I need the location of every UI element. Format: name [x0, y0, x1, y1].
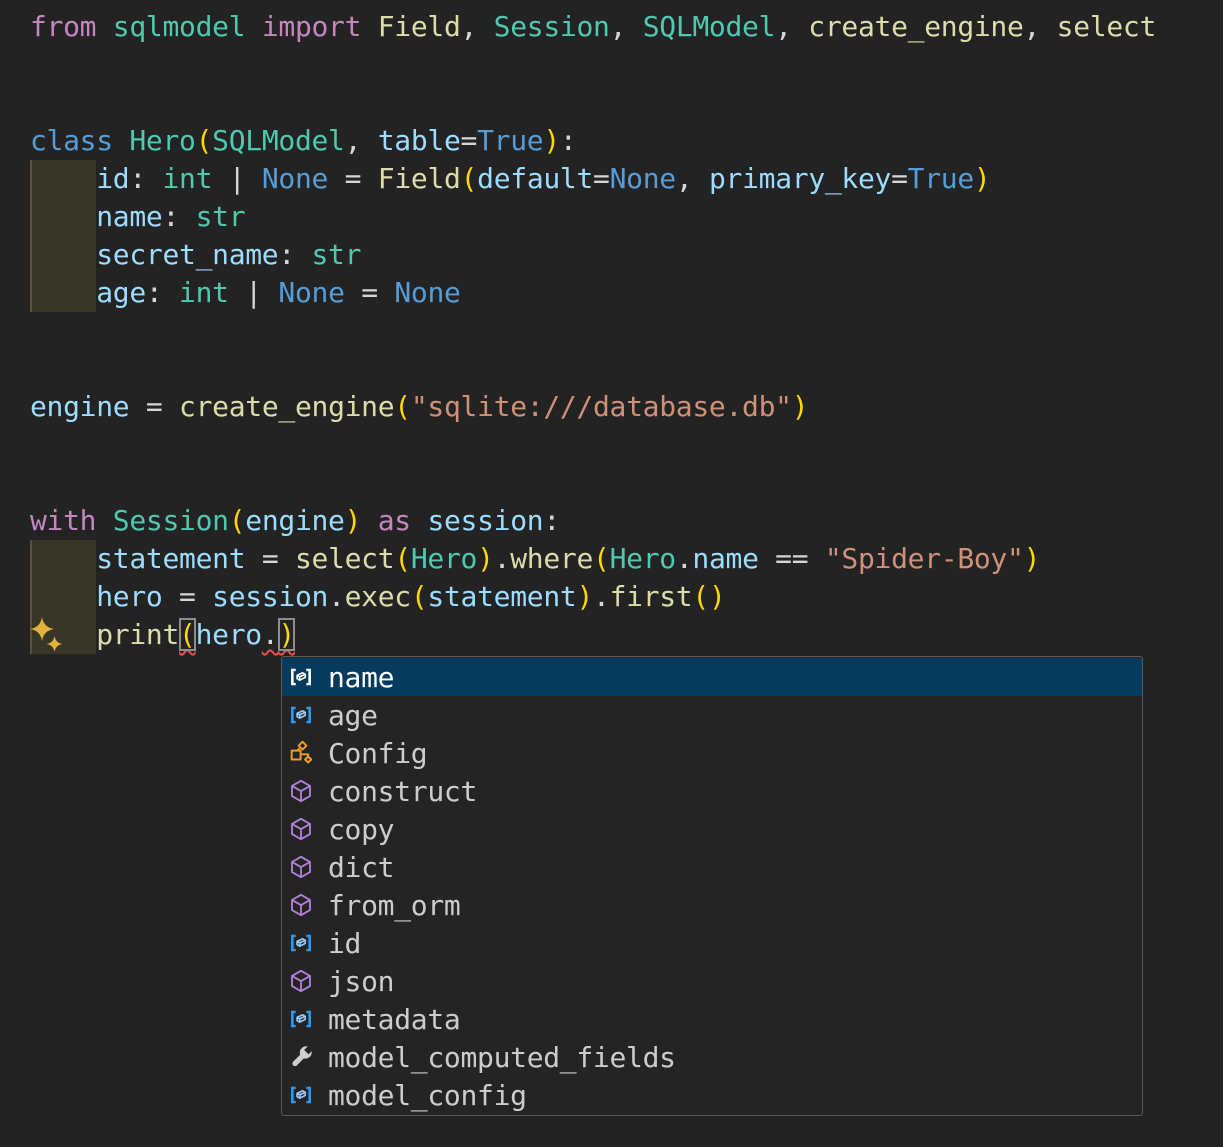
suggestion-label: model_computed_fields	[328, 1040, 676, 1074]
symbol-field-icon	[288, 1006, 314, 1032]
suggestion-label: copy	[328, 812, 395, 846]
suggestion-item-dict[interactable]: dict	[282, 848, 1142, 886]
suggestion-label: construct	[328, 774, 478, 808]
suggestion-item-from_orm[interactable]: from_orm	[282, 886, 1142, 924]
suggestion-label: json	[328, 964, 395, 998]
suggestion-label: age	[328, 698, 378, 732]
suggestion-item-age[interactable]: age	[282, 696, 1142, 734]
suggestion-item-Config[interactable]: Config	[282, 734, 1142, 772]
suggestion-item-model_computed_fields[interactable]: model_computed_fields	[282, 1038, 1142, 1076]
symbol-field-icon	[288, 930, 314, 956]
suggestion-item-name[interactable]: name	[282, 658, 1142, 696]
suggestion-item-construct[interactable]: construct	[282, 772, 1142, 810]
suggestion-label: name	[328, 660, 395, 694]
suggestion-item-model_config[interactable]: model_config	[282, 1076, 1142, 1114]
symbol-class-icon	[288, 740, 314, 766]
suggestion-item-json[interactable]: json	[282, 962, 1142, 1000]
suggestion-item-copy[interactable]: copy	[282, 810, 1142, 848]
symbol-method-icon	[288, 854, 314, 880]
symbol-field-icon	[288, 1082, 314, 1108]
code-line-14[interactable]: with Session(engine) as session:	[30, 502, 560, 540]
suggestion-label: id	[328, 926, 362, 960]
code-line-7[interactable]: secret_name: str	[30, 236, 361, 274]
symbol-field-icon	[288, 702, 314, 728]
symbol-method-icon	[288, 892, 314, 918]
suggestion-list: name age Config construct copy dict from_ormid…	[282, 658, 1142, 1114]
autocomplete-widget: name age Config construct copy dict from_ormid…	[281, 656, 1143, 1116]
code-line-1[interactable]: from sqlmodel import Field, Session, SQL…	[30, 8, 1156, 46]
symbol-method-icon	[288, 816, 314, 842]
symbol-property-icon	[288, 1044, 314, 1070]
suggestion-label: from_orm	[328, 888, 461, 922]
symbol-method-icon	[288, 778, 314, 804]
suggestion-label: model_config	[328, 1078, 527, 1112]
suggestion-item-id[interactable]: id	[282, 924, 1142, 962]
suggestion-label: dict	[328, 850, 395, 884]
code-line-17[interactable]: print(hero.)	[30, 616, 295, 654]
code-line-4[interactable]: class Hero(SQLModel, table=True):	[30, 122, 577, 160]
code-line-11[interactable]: engine = create_engine("sqlite:///databa…	[30, 388, 809, 426]
sparkle-code-action-icon[interactable]	[29, 616, 65, 654]
symbol-method-icon	[288, 968, 314, 994]
suggestion-label: metadata	[328, 1002, 461, 1036]
code-editor: from sqlmodel import Field, Session, SQL…	[0, 0, 1223, 1147]
symbol-field-icon	[288, 664, 314, 690]
code-line-6[interactable]: name: str	[30, 198, 245, 236]
code-line-5[interactable]: id: int | None = Field(default=None, pri…	[30, 160, 991, 198]
code-line-8[interactable]: age: int | None = None	[30, 274, 461, 312]
code-line-16[interactable]: hero = session.exec(statement).first()	[30, 578, 726, 616]
suggestion-label: Config	[328, 736, 428, 770]
code-line-15[interactable]: statement = select(Hero).where(Hero.name…	[30, 540, 1040, 578]
suggestion-item-metadata[interactable]: metadata	[282, 1000, 1142, 1038]
